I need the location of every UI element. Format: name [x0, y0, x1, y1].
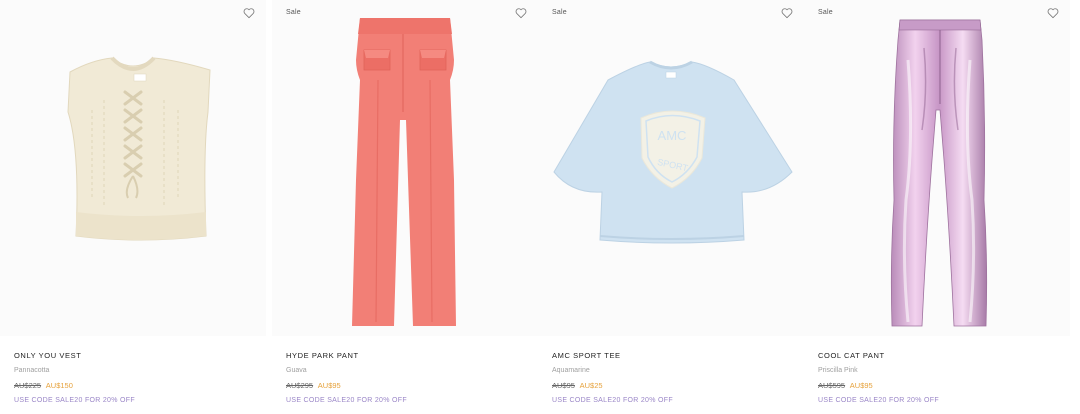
promo-code-text: USE CODE SALE20 FOR 20% OFF: [286, 397, 407, 404]
metallic-pant-image[interactable]: [804, 0, 1070, 336]
product-info: ONLY YOU VEST Pannacotta AU$225 AU$150 U…: [14, 350, 264, 407]
wide-leg-pant-image[interactable]: [272, 0, 538, 336]
sale-price: AU$150: [45, 381, 73, 390]
price-row: AU$295 AU$95: [286, 380, 536, 392]
cropped-tee-image[interactable]: AMC SPORT: [538, 0, 804, 336]
sale-tag: Sale: [552, 9, 567, 16]
heart-icon[interactable]: [780, 6, 794, 20]
product-name[interactable]: ONLY YOU VEST: [14, 350, 264, 362]
product-color: Guava: [286, 367, 307, 374]
sale-tag: Sale: [818, 9, 833, 16]
original-price: AU$225: [14, 381, 42, 390]
product-image-area[interactable]: [0, 0, 266, 336]
price-row: AU$595 AU$95: [818, 380, 1068, 392]
product-info: HYDE PARK PANT Guava AU$295 AU$95 USE CO…: [286, 350, 536, 407]
price-row: AU$225 AU$150: [14, 380, 264, 392]
product-card[interactable]: Sale COOL CAT PANT Priscilla Pink AU$595…: [804, 0, 1070, 414]
sale-price: AU$25: [579, 381, 603, 390]
original-price: AU$295: [286, 381, 314, 390]
knit-vest-image[interactable]: [0, 0, 266, 336]
product-color: Pannacotta: [14, 367, 50, 374]
product-grid: ONLY YOU VEST Pannacotta AU$225 AU$150 U…: [0, 0, 1080, 414]
original-price: AU$595: [818, 381, 846, 390]
product-info: COOL CAT PANT Priscilla Pink AU$595 AU$9…: [818, 350, 1068, 407]
product-image-area[interactable]: Sale: [804, 0, 1070, 336]
heart-icon[interactable]: [242, 6, 256, 20]
sale-price: AU$95: [849, 381, 873, 390]
product-name[interactable]: HYDE PARK PANT: [286, 350, 536, 362]
product-card[interactable]: ONLY YOU VEST Pannacotta AU$225 AU$150 U…: [0, 0, 266, 414]
product-image-area[interactable]: AMC SPORT Sale: [538, 0, 804, 336]
tee-graphic-top: AMC: [658, 128, 687, 143]
heart-icon[interactable]: [514, 6, 528, 20]
product-name[interactable]: AMC SPORT TEE: [552, 350, 802, 362]
sale-price: AU$95: [317, 381, 341, 390]
promo-code-text: USE CODE SALE20 FOR 20% OFF: [14, 397, 135, 404]
product-color: Priscilla Pink: [818, 367, 858, 374]
sale-tag: Sale: [286, 9, 301, 16]
product-image-area[interactable]: Sale: [272, 0, 538, 336]
product-info: AMC SPORT TEE Aquamarine AU$95 AU$25 USE…: [552, 350, 802, 407]
product-name[interactable]: COOL CAT PANT: [818, 350, 1068, 362]
product-card[interactable]: Sale HYDE PARK PANT Guava AU$295 AU$95 U…: [272, 0, 538, 414]
original-price: AU$95: [552, 381, 575, 390]
promo-code-text: USE CODE SALE20 FOR 20% OFF: [552, 397, 673, 404]
price-row: AU$95 AU$25: [552, 380, 802, 392]
promo-code-text: USE CODE SALE20 FOR 20% OFF: [818, 397, 939, 404]
product-card[interactable]: AMC SPORT Sale AMC SPORT TEE Aquamarine …: [538, 0, 804, 414]
heart-icon[interactable]: [1046, 6, 1060, 20]
product-color: Aquamarine: [552, 367, 590, 374]
